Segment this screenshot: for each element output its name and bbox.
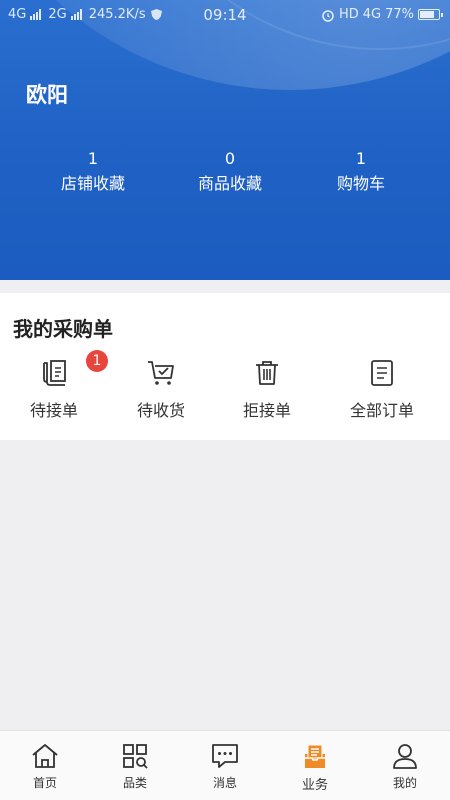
stat-value: 1: [355, 149, 367, 168]
status-right: HD 4G 77%: [321, 7, 443, 22]
status-bar: 4G 2G 245.2K/s 09:14 HD 4G 77%: [0, 0, 450, 30]
message-icon: [212, 744, 238, 768]
profile-header: 4G 2G 245.2K/s 09:14 HD 4G 77% 欧阳 1 店铺收藏…: [0, 0, 450, 280]
tab-label: 我的: [392, 776, 417, 790]
tab-category[interactable]: 品类: [90, 741, 180, 791]
stat-product-favorites[interactable]: 0 商品收藏: [170, 148, 290, 198]
network-type-3: 4G: [362, 7, 382, 22]
stat-value: 1: [87, 149, 99, 168]
section-title: 我的采购单: [13, 317, 113, 341]
pending-count-badge: 1: [86, 350, 108, 372]
tab-home[interactable]: 首页: [0, 741, 90, 791]
stat-value: 0: [224, 149, 236, 168]
tab-label: 首页: [32, 776, 57, 790]
business-icon: [305, 744, 325, 768]
alarm-icon: [322, 9, 334, 22]
order-rejected[interactable]: 拒接单: [217, 357, 317, 421]
order-pending-receive[interactable]: 待收货: [111, 357, 211, 421]
stat-label: 购物车: [336, 174, 385, 193]
stat-shop-favorites[interactable]: 1 店铺收藏: [33, 148, 153, 198]
pending-order-icon: [43, 360, 66, 386]
tab-messages[interactable]: 消息: [180, 741, 270, 791]
order-all[interactable]: 全部订单: [332, 357, 432, 421]
tab-profile[interactable]: 我的: [360, 741, 450, 791]
order-list-icon: [371, 360, 393, 386]
order-label: 全部订单: [349, 401, 414, 420]
tab-label: 消息: [212, 776, 237, 790]
stat-label: 商品收藏: [197, 174, 262, 193]
tab-label: 品类: [122, 776, 147, 790]
cart-check-icon: [148, 361, 174, 385]
tab-business[interactable]: 业务: [270, 741, 360, 793]
battery-percent: 77%: [385, 7, 414, 22]
order-label: 待收货: [136, 401, 185, 420]
order-label: 拒接单: [242, 401, 291, 420]
user-name: 欧阳: [26, 83, 68, 107]
stats-row: 1 店铺收藏 0 商品收藏 1 购物车: [0, 148, 450, 208]
purchase-orders-panel: 我的采购单 待接单 1 待收货 拒接单 全部订单: [0, 293, 450, 440]
stat-label: 店铺收藏: [60, 174, 125, 193]
tab-label: 业务: [301, 778, 328, 793]
order-label: 待接单: [29, 401, 78, 420]
bottom-tab-bar: 首页 品类 消息 业务 我的: [0, 730, 450, 800]
category-icon: [123, 744, 148, 769]
profile-icon: [393, 744, 417, 769]
stat-shopping-cart[interactable]: 1 购物车: [301, 148, 421, 198]
home-icon: [32, 744, 58, 768]
battery-icon: [418, 9, 443, 20]
trash-icon: [256, 361, 278, 385]
hd-indicator: HD: [338, 7, 359, 22]
